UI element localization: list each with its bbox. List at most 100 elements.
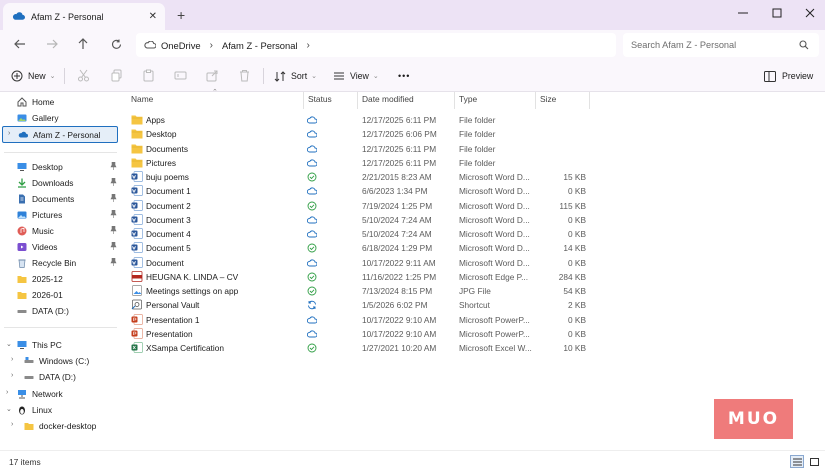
chevron-right-icon[interactable]: › (11, 421, 13, 428)
back-button[interactable] (12, 36, 28, 52)
column-header-name[interactable]: Name (131, 94, 153, 104)
breadcrumb-onedrive[interactable]: OneDrive (161, 40, 201, 51)
rename-icon[interactable] (174, 69, 187, 82)
share-icon[interactable] (206, 69, 219, 82)
cut-icon[interactable] (77, 69, 90, 82)
sidebar-item-pictures[interactable]: Pictures (0, 207, 121, 222)
chevron-down-icon[interactable]: ⌄ (6, 340, 12, 348)
file-row[interactable]: Pictures 12/17/2025 6:11 PM File folder (121, 156, 591, 170)
details-view-button[interactable] (790, 455, 804, 468)
word-doc-icon (131, 256, 143, 268)
chevron-down-icon[interactable]: ⌄ (6, 405, 12, 413)
downloads-icon (18, 178, 26, 188)
sidebar-item-afam-personal[interactable]: › Afam Z - Personal (2, 126, 118, 143)
sidebar-item-desktop[interactable]: Desktop (0, 159, 121, 174)
file-row[interactable]: Document 5 6/18/2024 1:29 PM Microsoft Wor… (121, 241, 591, 255)
column-header-status[interactable]: Status (308, 94, 332, 104)
file-row[interactable]: buju poems 2/21/2015 8:23 AM Microsoft Wor… (121, 170, 591, 184)
chevron-right-icon[interactable]: › (11, 356, 13, 363)
file-row[interactable]: Document 1 6/6/2023 1:34 PM Microsoft Word… (121, 184, 591, 198)
sort-caret-icon: ⌃ (212, 89, 218, 96)
close-window-button[interactable] (800, 4, 820, 22)
sidebar-item-2025-12[interactable]: 2025-12 (0, 271, 121, 286)
powerpoint-icon (131, 313, 143, 325)
file-row[interactable]: Desktop 12/17/2025 6:06 PM File folder (121, 127, 591, 141)
sidebar-item-home[interactable]: Home (0, 94, 121, 109)
file-date-modified: 11/16/2022 1:25 PM (362, 271, 437, 282)
synced-check-icon (307, 286, 317, 296)
breadcrumb-separator[interactable]: › (210, 40, 213, 51)
file-row[interactable]: HEUGNA K. LINDA – CV 11/16/2022 1:25 PM Mi… (121, 270, 591, 284)
pin-icon[interactable] (110, 178, 117, 186)
paste-icon[interactable] (142, 69, 155, 82)
preview-button[interactable]: Preview (764, 68, 813, 84)
file-row[interactable]: Document 4 5/10/2024 7:24 AM Microsoft Wor… (121, 227, 591, 241)
new-tab-button[interactable]: + (177, 7, 185, 23)
file-row[interactable]: Meetings settings on app 7/13/2024 8:15 P… (121, 284, 591, 298)
sidebar-item-downloads[interactable]: Downloads (0, 175, 121, 190)
column-header-size[interactable]: Size (540, 94, 556, 104)
column-divider[interactable] (303, 92, 304, 109)
up-button[interactable] (75, 36, 91, 52)
maximize-button[interactable] (767, 4, 787, 22)
sidebar-item-windows-c[interactable]: › Windows (C:) (0, 353, 121, 368)
chevron-right-icon[interactable]: › (8, 130, 10, 137)
forward-button[interactable] (44, 36, 60, 52)
see-more-button[interactable]: ••• (398, 68, 410, 84)
sidebar-item-docker-desktop[interactable]: › docker-desktop (0, 418, 121, 433)
pin-icon[interactable] (110, 194, 117, 202)
file-row[interactable]: Presentation 10/17/2022 9:10 AM Microsoft … (121, 327, 591, 341)
file-row[interactable]: Personal Vault 1/5/2026 6:02 PM Shortcut 2 … (121, 298, 591, 312)
file-row[interactable]: Document 2 7/19/2024 1:25 PM Microsoft Wor… (121, 199, 591, 213)
sidebar-item-2026-01[interactable]: 2026-01 (0, 287, 121, 302)
delete-icon[interactable] (238, 69, 251, 82)
sidebar-item-label: Home (32, 96, 55, 107)
column-header-type[interactable]: Type (459, 94, 477, 104)
tiles-view-button[interactable] (807, 455, 821, 468)
column-divider[interactable] (589, 92, 590, 109)
sidebar-item-linux[interactable]: ⌄ Linux (0, 402, 121, 417)
sidebar-item-music[interactable]: Music (0, 223, 121, 238)
breadcrumb-afam-personal[interactable]: Afam Z - Personal (222, 40, 298, 51)
sidebar-item-videos[interactable]: Videos (0, 239, 121, 254)
home-icon (17, 96, 27, 106)
view-button[interactable]: View ⌄ (333, 68, 379, 84)
pin-icon[interactable] (110, 226, 117, 234)
sort-button[interactable]: Sort ⌄ (274, 68, 317, 84)
pin-icon[interactable] (110, 162, 117, 170)
folder-icon (131, 115, 143, 125)
pin-icon[interactable] (110, 242, 117, 250)
pin-icon[interactable] (110, 258, 117, 266)
column-divider[interactable] (535, 92, 536, 109)
copy-icon[interactable] (110, 69, 123, 82)
view-icon (334, 72, 344, 80)
search-input[interactable]: Search Afam Z - Personal (623, 33, 819, 57)
file-row[interactable]: Document 10/17/2022 9:11 AM Microsoft Word… (121, 256, 591, 270)
pin-icon[interactable] (110, 210, 117, 218)
sidebar-item-documents[interactable]: Documents (0, 191, 121, 206)
close-tab-icon[interactable]: ✕ (149, 11, 157, 22)
sidebar-item-data-d[interactable]: DATA (D:) (0, 303, 121, 318)
file-row[interactable]: Presentation 1 10/17/2022 9:10 AM Microsof… (121, 313, 591, 327)
file-row[interactable]: Documents 12/17/2025 6:11 PM File folder (121, 142, 591, 156)
refresh-button[interactable] (108, 36, 124, 52)
sidebar-item-recycle-bin[interactable]: Recycle Bin (0, 255, 121, 270)
chevron-right-icon[interactable]: › (6, 389, 8, 396)
new-button[interactable]: New ⌄ (11, 68, 55, 84)
chevron-right-icon[interactable]: › (11, 372, 13, 379)
sidebar-item-this-pc[interactable]: ⌄ This PC (0, 337, 121, 352)
column-divider[interactable] (454, 92, 455, 109)
sidebar-item-data-d-tree[interactable]: › DATA (D:) (0, 369, 121, 384)
file-row[interactable]: Document 3 5/10/2024 7:24 AM Microsoft Wor… (121, 213, 591, 227)
address-bar[interactable]: OneDrive › Afam Z - Personal › (136, 33, 616, 57)
file-row[interactable]: XSampa Certification 1/27/2021 10:20 AM Mi… (121, 341, 591, 355)
breadcrumb-separator[interactable]: › (307, 40, 310, 51)
sidebar-item-network[interactable]: › Network (0, 386, 121, 401)
column-header-date-modified[interactable]: Date modified (362, 94, 414, 104)
tab-afam-personal[interactable]: Afam Z - Personal ✕ (3, 3, 165, 30)
file-date-modified: 12/17/2025 6:11 PM (362, 143, 437, 154)
sidebar-item-gallery[interactable]: Gallery (0, 110, 121, 125)
file-row[interactable]: Apps 12/17/2025 6:11 PM File folder (121, 113, 591, 127)
column-divider[interactable] (357, 92, 358, 109)
minimize-button[interactable] (733, 4, 753, 22)
